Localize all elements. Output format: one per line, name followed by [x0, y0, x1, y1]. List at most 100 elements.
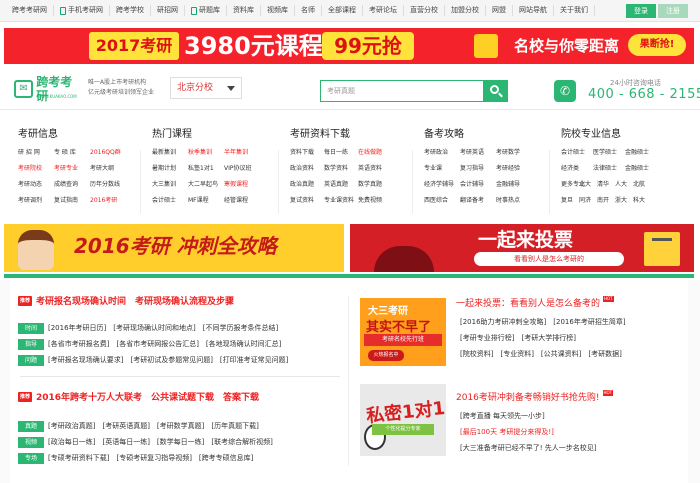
- link-item[interactable]: 2016考研: [90, 194, 117, 207]
- search-input[interactable]: 考研真题: [320, 80, 484, 102]
- link-item[interactable]: 英语资料: [358, 162, 382, 175]
- topbar-item[interactable]: 资料库: [227, 5, 261, 16]
- link-item[interactable]: 考研经验: [496, 162, 520, 175]
- banner-cta-button[interactable]: 果断抢!: [628, 34, 686, 56]
- topbar-item[interactable]: 名师: [295, 5, 322, 16]
- row-links[interactable]: [各省市考研报名费] [各省市考研网报公告汇总] [各地现场确认时间汇总]: [48, 338, 281, 350]
- news-link-row[interactable]: 指导 [各省市考研报名费] [各省市考研网报公告汇总] [各地现场确认时间汇总]: [18, 338, 281, 350]
- link-item[interactable]: 考研大纲: [90, 162, 114, 175]
- row-links[interactable]: [2016年考研日历] [考研现场确认时间和地点] [不同学历报考条件总结]: [48, 322, 278, 334]
- link-item[interactable]: 同济: [579, 194, 597, 207]
- link-item[interactable]: 南开: [597, 194, 615, 207]
- link-item[interactable]: 清华: [597, 178, 615, 191]
- link-item[interactable]: 资料下载: [290, 146, 324, 159]
- column-title[interactable]: 考研信息: [18, 128, 121, 142]
- link-item[interactable]: 2016QQ群: [90, 146, 121, 159]
- right-link-row[interactable]: [院校资料] [专业资料] [公共课资料] [考研数据]: [460, 348, 622, 360]
- link-item[interactable]: 会计辅导: [460, 178, 496, 191]
- link-item[interactable]: 历年分数线: [90, 178, 120, 191]
- link-item[interactable]: 秋季集训: [188, 146, 224, 159]
- news-link-row[interactable]: 视频 [政治每日一练] [英语每日一练] [数学每日一练] [联考综合解析视频]: [18, 436, 273, 448]
- link-item[interactable]: 复试资料: [290, 194, 324, 207]
- link-item[interactable]: 专业课资料: [324, 194, 358, 207]
- link-item[interactable]: 会计硕士: [152, 194, 188, 207]
- link-item[interactable]: 暑期计划: [152, 162, 188, 175]
- topbar-item[interactable]: 直营分校: [404, 5, 445, 16]
- topbar-item[interactable]: 跨考考研网: [6, 5, 54, 16]
- link-item[interactable]: MF课程: [188, 194, 224, 207]
- link-item[interactable]: 更多专业: [561, 178, 585, 191]
- ad-vote[interactable]: 一起来投票 看看别人是怎么考研的: [350, 224, 694, 272]
- link-item[interactable]: 金融硕士: [625, 146, 649, 159]
- link-item[interactable]: 考研英语: [460, 146, 496, 159]
- topbar-item[interactable]: 网站导航: [513, 5, 554, 16]
- news-link-row[interactable]: 时间 [2016年考研日历] [考研现场确认时间和地点] [不同学历报考条件总结]: [18, 322, 278, 334]
- topbar-item[interactable]: 研题库: [185, 5, 227, 16]
- link-item[interactable]: 寒假课程: [224, 178, 248, 191]
- link-item[interactable]: 北大: [579, 178, 597, 191]
- topbar-item[interactable]: 加盟分校: [445, 5, 486, 16]
- right-link-row[interactable]: [2016助力考研冲刺全攻略] [2016年考研招生简章]: [460, 316, 626, 328]
- link-item[interactable]: 免费视频: [358, 194, 382, 207]
- link-item[interactable]: 经济类: [561, 162, 593, 175]
- link-item[interactable]: 大三集训: [152, 178, 188, 191]
- news-link-row[interactable]: 问题 [考研报名现场确认要求] [考研初试及参题常见问题] [打印准考证常见问题]: [18, 354, 288, 366]
- news-headline-1[interactable]: 推荐 考研报名现场确认时间 考研现场确认流程及步骤: [18, 294, 234, 307]
- topbar-item[interactable]: 全部课程: [322, 5, 363, 16]
- link-item[interactable]: 半年集训: [224, 146, 248, 159]
- search-button[interactable]: [484, 80, 508, 102]
- news-link-row[interactable]: 专场 [专硕考研资料下载] [专硕考研复习指导视频] [跨考专硕信息库]: [18, 452, 253, 464]
- link-item[interactable]: 医学硕士: [593, 146, 625, 159]
- row-links[interactable]: [专硕考研资料下载] [专硕考研复习指导视频] [跨考专硕信息库]: [48, 452, 253, 464]
- link-item[interactable]: 最新集训: [152, 146, 188, 159]
- link-item[interactable]: 成绩查询: [54, 178, 90, 191]
- column-title[interactable]: 考研资料下载: [290, 128, 382, 142]
- link-item[interactable]: 政治真题: [290, 178, 324, 191]
- login-button[interactable]: 登录: [626, 4, 656, 18]
- link-item[interactable]: 考研数学: [496, 146, 520, 159]
- row-links[interactable]: [政治每日一练] [英语每日一练] [数学每日一练] [联考综合解析视频]: [48, 436, 273, 448]
- link-item[interactable]: 翻译备考: [460, 194, 496, 207]
- right-link-row[interactable]: [大三准备考研已经不早了! 先人一步名校见]: [460, 442, 597, 454]
- column-title[interactable]: 热门课程: [152, 128, 252, 142]
- promo-banner[interactable]: 2017考研 3980元课程 99元抢 名校与你零距离 果断抢!: [4, 28, 694, 64]
- register-button[interactable]: 注册: [658, 4, 688, 18]
- city-select[interactable]: 北京分校: [170, 77, 242, 99]
- link-item[interactable]: 英语真题: [324, 178, 358, 191]
- topbar-item[interactable]: 跨考学校: [110, 5, 151, 16]
- link-item[interactable]: 政治资料: [290, 162, 324, 175]
- column-title[interactable]: 备考攻略: [424, 128, 520, 142]
- link-item[interactable]: 复习指导: [460, 162, 496, 175]
- link-item[interactable]: 浙大: [615, 194, 633, 207]
- link-item[interactable]: 时事热点: [496, 194, 520, 207]
- news-link-row[interactable]: 真题 [考研政治真题] [考研英语真题] [考研数学真题] [历年真题下载]: [18, 420, 259, 432]
- right-link-row[interactable]: [考研专业排行榜] [考研大学排行榜]: [460, 332, 576, 344]
- link-item[interactable]: 金融辅导: [496, 178, 520, 191]
- link-item[interactable]: 会计硕士: [561, 146, 593, 159]
- topbar-item[interactable]: 视频库: [261, 5, 295, 16]
- topbar-item[interactable]: 手机考研网: [54, 5, 110, 16]
- link-item[interactable]: 考研院校: [18, 162, 54, 175]
- link-item[interactable]: 西医综合: [424, 194, 460, 207]
- topbar-item[interactable]: 关于我们: [554, 5, 595, 16]
- link-item[interactable]: 经济学辅导: [424, 178, 460, 191]
- link-item[interactable]: VIP协议班: [224, 162, 252, 175]
- topbar-item[interactable]: 网盟: [486, 5, 513, 16]
- news-headline-2[interactable]: 推荐 2016年跨考十万人大联考 公共课试题下载 答案下载: [18, 390, 259, 403]
- row-links[interactable]: [考研报名现场确认要求] [考研初试及参题常见问题] [打印准考证常见问题]: [48, 354, 288, 366]
- link-item[interactable]: 研 招 网: [18, 146, 54, 159]
- link-item[interactable]: 法律硕士: [593, 162, 625, 175]
- link-item[interactable]: 金融硕士: [625, 162, 649, 175]
- right-link-row[interactable]: [最后100天 考研提分来得及!]: [460, 426, 554, 438]
- topbar-item[interactable]: 研招网: [151, 5, 185, 16]
- right-title-2[interactable]: 2016考研冲刺备考畅销好书抢先购! HOT: [456, 389, 614, 403]
- site-logo[interactable]: ✉ 跨考考研 WWW.KUAKAO.COM: [14, 75, 82, 103]
- link-item[interactable]: 考研动态: [18, 178, 54, 191]
- link-item[interactable]: 北航: [633, 178, 645, 191]
- column-title[interactable]: 院校专业信息: [561, 128, 649, 142]
- right-link-row[interactable]: [跨考直播 每天领先一小步]: [460, 410, 545, 422]
- link-item[interactable]: 考研政治: [424, 146, 460, 159]
- link-item[interactable]: 数学真题: [358, 178, 382, 191]
- link-item[interactable]: 在线做题: [358, 146, 382, 159]
- link-item[interactable]: 科大: [633, 194, 645, 207]
